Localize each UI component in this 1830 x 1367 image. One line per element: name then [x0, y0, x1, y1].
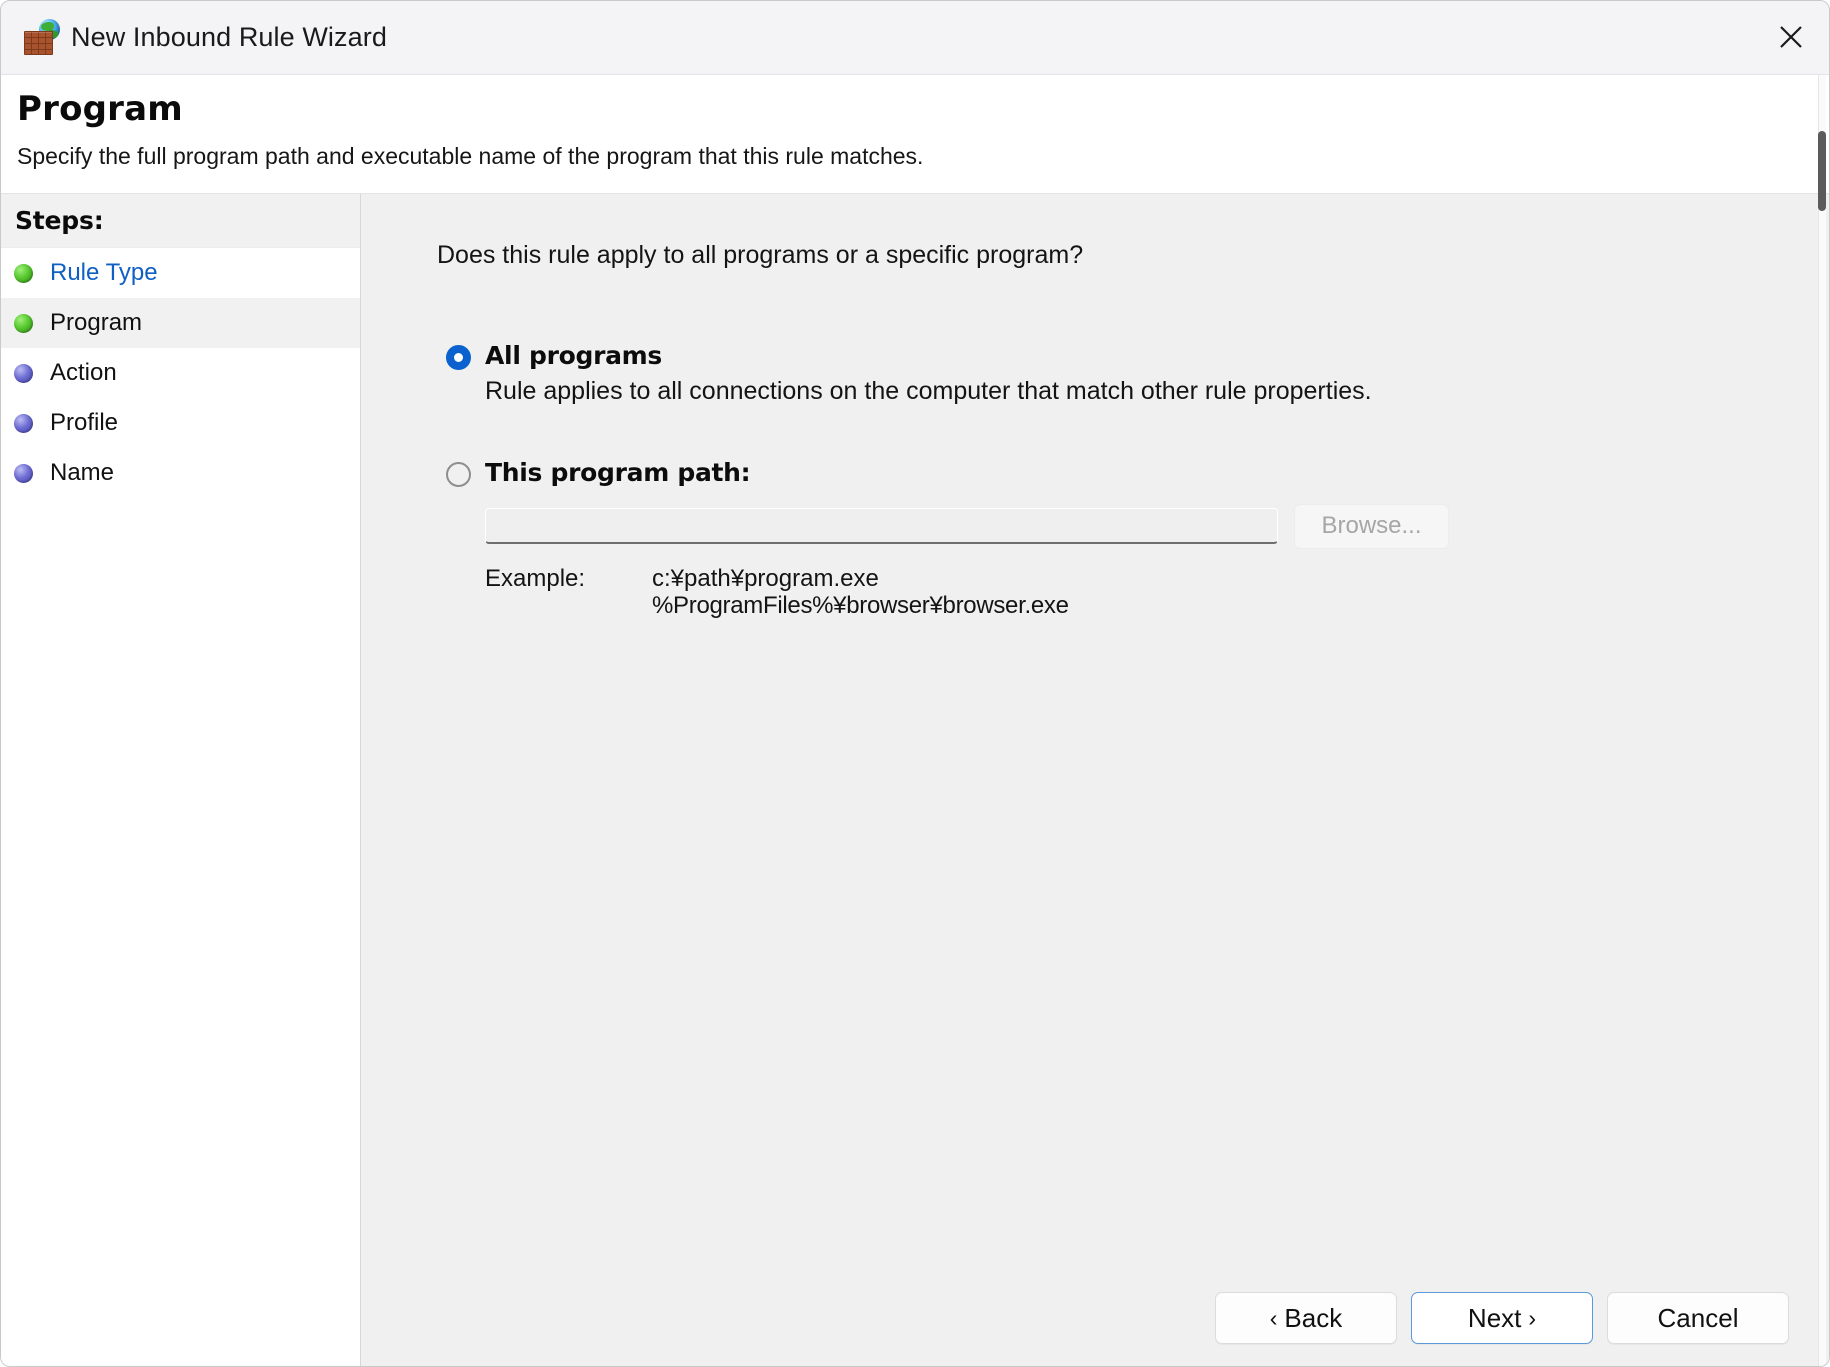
wizard-footer: ‹ Back Next › Cancel	[1215, 1292, 1789, 1344]
question-text: Does this rule apply to all programs or …	[437, 241, 1084, 269]
sidebar-item-label: Program	[50, 309, 143, 336]
sidebar-item-name[interactable]: Name	[1, 448, 360, 498]
step-bullet-pending-icon	[14, 363, 33, 383]
sidebar-item-action[interactable]: Action	[1, 348, 360, 398]
wizard-body: Steps: Rule Type Program Action Profile …	[1, 193, 1829, 1366]
page-subtitle: Specify the full program path and execut…	[17, 143, 924, 169]
sidebar-item-label: Action	[50, 359, 117, 386]
sidebar-item-label: Rule Type	[50, 259, 158, 286]
example-label: Example:	[485, 564, 586, 592]
radio-this-program-path[interactable]	[446, 462, 471, 487]
back-button-label: Back	[1284, 1302, 1343, 1333]
scrollbar-track[interactable]	[1818, 75, 1826, 1366]
titlebar: New Inbound Rule Wizard	[1, 1, 1829, 75]
main-panel: Does this rule apply to all programs or …	[361, 194, 1829, 1366]
program-path-input[interactable]	[485, 508, 1278, 545]
option-all-programs-label: All programs	[485, 341, 663, 370]
browse-button[interactable]: Browse...	[1294, 503, 1449, 549]
page-title: Program	[17, 89, 183, 129]
cancel-button[interactable]: Cancel	[1607, 1292, 1789, 1344]
next-button[interactable]: Next ›	[1411, 1292, 1593, 1344]
next-button-label: Next	[1467, 1302, 1522, 1333]
sidebar-item-label: Name	[50, 459, 115, 486]
scrollbar-thumb[interactable]	[1818, 131, 1826, 211]
step-bullet-pending-icon	[14, 463, 33, 483]
steps-sidebar: Steps: Rule Type Program Action Profile …	[1, 194, 361, 1366]
sidebar-item-label: Profile	[50, 409, 119, 436]
vertical-scrollbar[interactable]	[1816, 75, 1828, 1366]
page-header: Program Specify the full program path an…	[1, 75, 1829, 193]
example-block: Example: c:¥path¥program.exe %ProgramFil…	[485, 565, 1449, 619]
firewall-brick-globe-icon	[23, 18, 61, 57]
radio-all-programs[interactable]	[446, 345, 471, 370]
back-button[interactable]: ‹ Back	[1215, 1292, 1397, 1344]
step-bullet-done-icon	[14, 263, 33, 283]
chevron-right-icon: ›	[1528, 1304, 1537, 1331]
sidebar-item-profile[interactable]: Profile	[1, 398, 360, 448]
example-path-2: %ProgramFiles%¥browser¥browser.exe	[652, 591, 1069, 619]
chevron-left-icon: ‹	[1269, 1304, 1278, 1331]
window-title: New Inbound Rule Wizard	[71, 22, 387, 52]
sidebar-item-rule-type[interactable]: Rule Type	[1, 248, 360, 298]
step-bullet-pending-icon	[14, 413, 33, 433]
option-this-program-path[interactable]: This program path: Browse... Example: c:…	[446, 458, 1449, 619]
option-all-programs-description: Rule applies to all connections on the c…	[485, 376, 1372, 405]
option-this-program-path-label: This program path:	[485, 458, 751, 487]
close-icon[interactable]	[1753, 1, 1829, 73]
steps-heading: Steps:	[1, 194, 360, 248]
sidebar-item-program[interactable]: Program	[1, 298, 360, 348]
example-path-1: c:¥path¥program.exe	[652, 564, 879, 592]
wizard-window: New Inbound Rule Wizard Program Specify …	[0, 0, 1830, 1367]
option-all-programs[interactable]: All programs Rule applies to all connect…	[446, 341, 1372, 406]
step-bullet-done-icon	[14, 313, 33, 333]
